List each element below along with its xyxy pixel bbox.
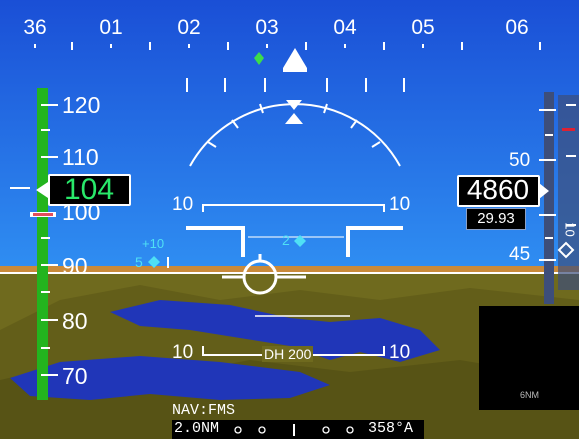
pitch-label-up-left: 10 xyxy=(172,194,194,215)
altitude-label-50: 50 xyxy=(509,150,531,171)
heading-label-01: 01 xyxy=(99,16,123,39)
pitch-label-down-left: 10 xyxy=(172,342,194,363)
nav-info-row: 2.0NM 358°A xyxy=(172,420,424,439)
primary-flight-display: 36 01 02 03 04 05 06 120 110 100 90 80 7… xyxy=(0,0,579,439)
airspeed-label-110: 110 xyxy=(62,144,99,170)
airspeed-label-70: 70 xyxy=(62,363,88,389)
heading-label-03: 03 xyxy=(255,16,279,39)
airspeed-tape xyxy=(37,88,48,400)
nav-source: NAV:FMS xyxy=(172,402,236,419)
traffic-distance-label: 5 xyxy=(135,254,143,270)
airspeed-label-90: 90 xyxy=(62,253,88,279)
airspeed-label-120: 120 xyxy=(62,92,101,118)
nav-distance: 2.0NM xyxy=(174,420,220,437)
altitude-readout: 4860 xyxy=(457,174,540,207)
pitch-label-up-right: 10 xyxy=(389,194,411,215)
heading-label-05: 05 xyxy=(411,16,435,39)
heading-pointer-base xyxy=(283,68,307,72)
heading-label-04: 04 xyxy=(333,16,357,39)
heading-label-02: 02 xyxy=(177,16,201,39)
airspeed-label-80: 80 xyxy=(62,308,88,334)
vsi-label: 10 xyxy=(562,222,578,237)
altitude-value: 4860 xyxy=(466,174,530,205)
heading-label-06: 06 xyxy=(505,16,529,39)
heading-label-36: 36 xyxy=(23,16,47,39)
traffic-altitude-label: +10 xyxy=(142,236,165,251)
baro-setting-box[interactable]: 29.93 xyxy=(466,208,526,230)
pitch-label-down-right: 10 xyxy=(389,342,411,363)
nav-cdi-dots xyxy=(234,424,354,436)
airspeed-pointer xyxy=(36,182,48,198)
baro-setting: 29.93 xyxy=(477,210,515,227)
inset-map-range: 6NM xyxy=(520,390,540,400)
altitude-pointer xyxy=(539,183,549,199)
vsi-bug xyxy=(562,128,575,131)
speed-trend-marker-red xyxy=(33,213,53,216)
inset-map[interactable]: 6NM xyxy=(479,306,579,410)
nav-course: 358°A xyxy=(368,420,414,437)
vsi-scale xyxy=(558,95,579,290)
traffic-distance-label-2: 2 xyxy=(282,232,290,248)
airspeed-value: 104 xyxy=(63,173,115,206)
decision-height: DH 200 xyxy=(262,346,314,362)
airspeed-readout: 104 xyxy=(48,173,131,206)
altitude-label-45: 45 xyxy=(509,244,531,265)
